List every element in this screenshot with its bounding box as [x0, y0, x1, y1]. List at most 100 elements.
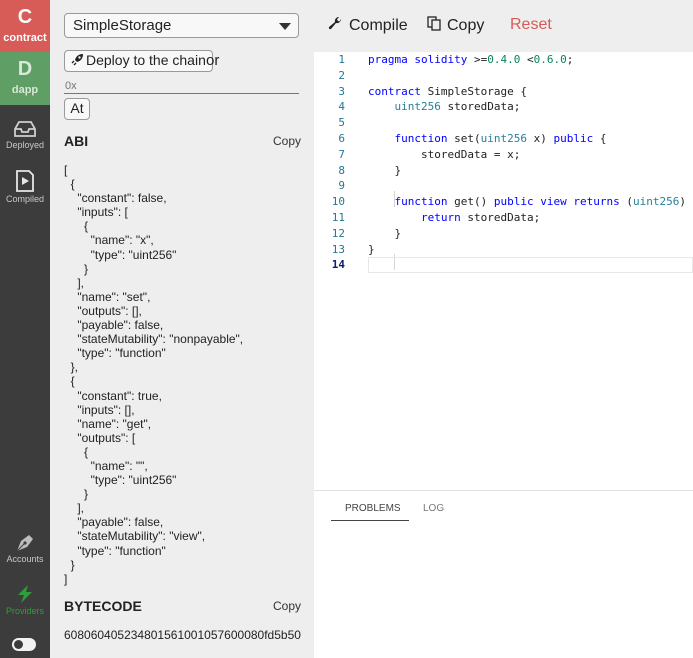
code-line: 13 }	[314, 242, 693, 258]
nav-providers-label: Providers	[5, 606, 44, 616]
abi-json: [ { "constant": false, "inputs": [ { "na…	[64, 163, 243, 586]
nav-compiled-label: Compiled	[5, 194, 45, 204]
dapp-mode-tile[interactable]: D dapp	[0, 52, 50, 105]
abi-json-line: "name": "set",	[64, 289, 151, 304]
line-number: 7	[338, 147, 345, 161]
abi-json-line: "constant": true,	[64, 388, 162, 403]
or-text: or	[206, 52, 220, 69]
line-number: 2	[338, 68, 345, 82]
code-text: }	[368, 242, 375, 256]
address-input[interactable]	[64, 78, 299, 94]
activity-rail: C contract D dapp Deployed Compiled Acco…	[0, 0, 50, 658]
abi-copy-button[interactable]: Copy	[273, 134, 301, 148]
abi-json-line: }	[64, 261, 89, 276]
lightning-icon	[18, 585, 32, 603]
contract-mode-tile[interactable]: C contract	[0, 0, 50, 52]
line-number: 6	[338, 132, 345, 145]
abi-json-line: ],	[64, 275, 85, 290]
code-line: 3 contract SimpleStorage {	[314, 84, 693, 100]
compile-button[interactable]: Compile	[328, 16, 408, 35]
editor-area: Compile Copy Reset 1 pragma solidity >=0…	[314, 0, 693, 658]
abi-json-line: "type": "function"	[64, 543, 166, 558]
code-line: 10 function get() public view returns (u…	[314, 194, 693, 210]
line-number: 3	[338, 84, 345, 98]
code-text: return storedData;	[420, 211, 541, 224]
line-number: 1	[338, 53, 345, 66]
abi-json-line: "name": "",	[64, 458, 148, 473]
code-text: uint256 storedData;	[394, 100, 521, 114]
nav-accounts-label: Accounts	[6, 554, 44, 564]
abi-json-line: {	[64, 374, 75, 389]
code-line: 7 storedData = x;	[314, 147, 693, 163]
abi-json-line: {	[64, 177, 75, 192]
code-line: 9	[314, 178, 693, 194]
abi-json-line: "name": "x",	[64, 233, 154, 248]
line-number: 12	[331, 226, 345, 240]
nav-compiled[interactable]: Compiled	[0, 170, 50, 204]
code-line: 6 function set(uint256 x) public {	[314, 131, 693, 147]
reset-button[interactable]: Reset	[510, 16, 552, 34]
caret-down-icon	[279, 23, 291, 30]
bytecode-copy-button[interactable]: Copy	[273, 599, 301, 613]
dapp-logo-letter: D	[17, 58, 33, 80]
abi-json-line: },	[64, 360, 79, 375]
abi-json-line: }	[64, 557, 75, 572]
abi-json-line: [	[64, 163, 68, 177]
abi-json-line: "payable": false,	[64, 515, 164, 530]
code-text: }	[368, 226, 402, 240]
tab-log[interactable]: LOG	[423, 503, 444, 514]
code-text: contract SimpleStorage {	[368, 84, 527, 98]
abi-json-line: "outputs": [],	[64, 303, 142, 318]
code-line: 1 pragma solidity >=0.4.0 <0.6.0;	[314, 52, 693, 68]
code-line: 5	[314, 115, 693, 131]
nav-deployed[interactable]: Deployed	[0, 120, 50, 150]
abi-json-line: "name": "get",	[64, 416, 152, 431]
abi-json-line: "constant": false,	[64, 191, 167, 206]
nav-accounts[interactable]: Accounts	[0, 532, 50, 564]
nav-providers[interactable]: Providers	[0, 584, 50, 616]
abi-json-line: "type": "function"	[64, 346, 166, 361]
abi-json-line: "inputs": [	[64, 205, 128, 220]
copy-button-label: Copy	[447, 17, 485, 34]
rocket-icon	[71, 54, 83, 66]
code-text: function set(uint256 x) public {	[394, 132, 607, 145]
abi-json-line: "stateMutability": "view",	[64, 529, 206, 544]
copy-button[interactable]: Copy	[427, 16, 484, 35]
abi-json-line: "inputs": [],	[64, 402, 135, 417]
line-number: 11	[331, 211, 345, 224]
theme-toggle[interactable]	[12, 638, 36, 651]
copy-icon	[427, 16, 441, 31]
code-line: 2	[314, 68, 693, 84]
code-text: }	[368, 163, 402, 177]
line-number: 4	[338, 100, 345, 114]
toggle-knob	[14, 640, 23, 649]
code-line: 8 }	[314, 163, 693, 179]
code-line-active: 14	[314, 257, 693, 274]
code-editor[interactable]: 1 pragma solidity >=0.4.0 <0.6.0; 2 3 co…	[314, 52, 693, 490]
contract-mode-label: contract	[3, 32, 47, 44]
bytecode-heading: BYTECODE	[64, 598, 142, 614]
wrench-icon	[328, 16, 342, 30]
abi-json-line: {	[64, 444, 89, 459]
code-text: function get() public view returns (uint…	[394, 195, 693, 209]
code-line: 4 uint256 storedData;	[314, 99, 693, 115]
abi-json-line: "payable": false,	[64, 318, 164, 333]
tab-problems[interactable]: PROBLEMS	[331, 503, 409, 521]
abi-heading: ABI	[64, 133, 89, 149]
line-number: 10	[331, 195, 345, 209]
play-file-icon	[16, 170, 34, 192]
line-number: 13	[331, 242, 345, 256]
abi-json-line: {	[64, 219, 89, 234]
deploy-button[interactable]: Deploy to the chain	[64, 50, 213, 72]
deploy-button-label: Deploy to the chain	[86, 52, 206, 68]
code-line: 12 }	[314, 226, 693, 242]
contract-select[interactable]: SimpleStorage	[64, 13, 299, 38]
line-number: 5	[338, 116, 345, 130]
bottom-pane: PROBLEMS LOG	[314, 490, 693, 658]
at-button[interactable]: At	[64, 98, 90, 120]
compile-button-label: Compile	[349, 17, 408, 34]
abi-json-line: "type": "uint256"	[64, 247, 177, 262]
contract-panel: SimpleStorage Deploy to the chain or At …	[50, 0, 314, 658]
abi-json-line: }	[64, 487, 89, 502]
abi-json-line: ]	[64, 571, 68, 586]
